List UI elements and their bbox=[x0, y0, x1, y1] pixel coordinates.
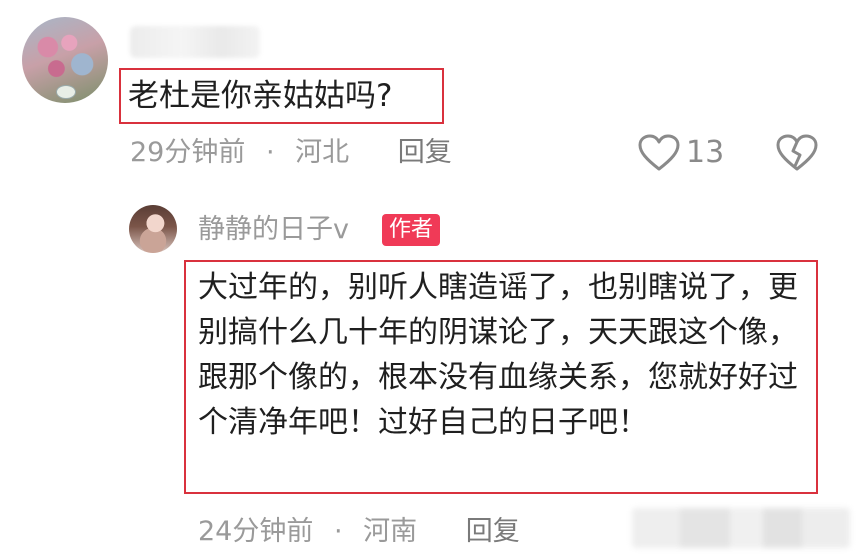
comment-meta: 29分钟前 · 河北 回复 bbox=[130, 133, 452, 173]
comment-location: 河北 bbox=[295, 137, 350, 168]
heart-outline-icon[interactable] bbox=[638, 134, 680, 172]
comment-time: 29分钟前 bbox=[130, 137, 246, 168]
reply-button[interactable]: 回复 bbox=[466, 512, 520, 552]
reply-text: 大过年的，别听人瞎造谣了，也别瞎说了，更别搞什么几十年的阴谋论了，天天跟这个像，… bbox=[198, 270, 798, 440]
reply-button[interactable]: 回复 bbox=[398, 133, 452, 173]
reply-meta: 24分钟前 · 河南 回复 bbox=[198, 512, 520, 552]
commenter-name-blurred bbox=[130, 26, 260, 58]
avatar-badge-icon bbox=[56, 85, 76, 99]
reply-time: 24分钟前 bbox=[198, 516, 314, 547]
author-badge: 作者 bbox=[382, 214, 441, 246]
author-avatar[interactable] bbox=[129, 205, 177, 253]
commenter-avatar[interactable] bbox=[22, 17, 108, 103]
like-count: 13 bbox=[686, 135, 725, 170]
meta-separator: · bbox=[333, 516, 343, 547]
comment-text: 老杜是你亲姑姑吗? bbox=[128, 78, 393, 114]
author-name[interactable]: 静静的日子v bbox=[198, 210, 349, 250]
broken-heart-icon[interactable] bbox=[776, 134, 818, 172]
footer-blurred-area bbox=[632, 508, 850, 548]
meta-separator: · bbox=[265, 137, 275, 168]
reply-location: 河南 bbox=[363, 516, 418, 547]
